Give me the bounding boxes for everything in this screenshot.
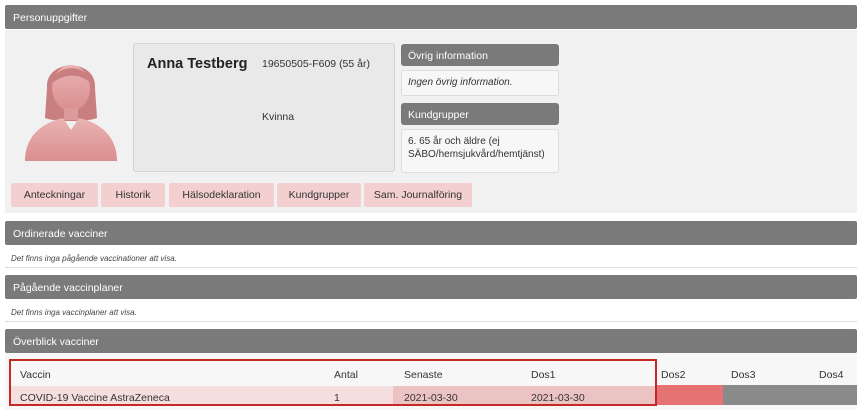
customer-groups-header: Kundgrupper [401, 103, 559, 125]
patient-id: 19650505-F609 (55 år) [262, 58, 370, 70]
ordered-empty-text: Det finns inga pågående vaccinationer at… [11, 254, 177, 263]
patient-name: Anna Testberg [147, 56, 248, 72]
patient-gender: Kvinna [262, 111, 295, 123]
ongoing-empty-text: Det finns inga vaccinplaner att visa. [11, 308, 137, 317]
column-header-dos2[interactable]: Dos2 [661, 369, 686, 381]
customer-groups-body: 6. 65 år och äldre (ej SÄBO/hemsjukvård/… [401, 129, 559, 173]
column-header-dos1[interactable]: Dos1 [531, 369, 556, 381]
tab-anteckningar[interactable]: Anteckningar [11, 183, 98, 207]
section-header-personal: Personuppgifter [5, 5, 857, 29]
cell-dos1: 2021-03-30 [531, 392, 585, 404]
tab-historik[interactable]: Historik [101, 183, 165, 207]
column-header-senaste[interactable]: Senaste [404, 369, 443, 381]
column-header-antal[interactable]: Antal [334, 369, 358, 381]
tab-kundgrupper[interactable]: Kundgrupper [277, 183, 361, 207]
divider [5, 267, 857, 268]
dos3-dos4-status-bar [723, 385, 857, 405]
cell-vaccine-name[interactable]: COVID-19 Vaccine AstraZeneca [20, 392, 170, 404]
column-header-vaccin[interactable]: Vaccin [20, 369, 51, 381]
tab-sam-journalforing[interactable]: Sam. Journalföring [364, 183, 472, 207]
dos2-status-bar [657, 385, 723, 405]
avatar [17, 48, 125, 161]
column-header-dos3[interactable]: Dos3 [731, 369, 756, 381]
section-header-ordered: Ordinerade vacciner [5, 221, 857, 245]
tab-halsodeklaration[interactable]: Hälsodeklaration [169, 183, 274, 207]
section-header-ongoing: Pågående vaccinplaner [5, 275, 857, 299]
column-header-dos4[interactable]: Dos4 [819, 369, 844, 381]
divider [5, 321, 857, 322]
female-avatar-icon [25, 65, 117, 161]
other-info-body: Ingen övrig information. [401, 70, 559, 96]
cell-antal: 1 [334, 392, 340, 404]
cell-senaste: 2021-03-30 [404, 392, 458, 404]
other-info-header: Övrig information [401, 44, 559, 66]
section-header-overview: Överblick vacciner [5, 329, 857, 353]
